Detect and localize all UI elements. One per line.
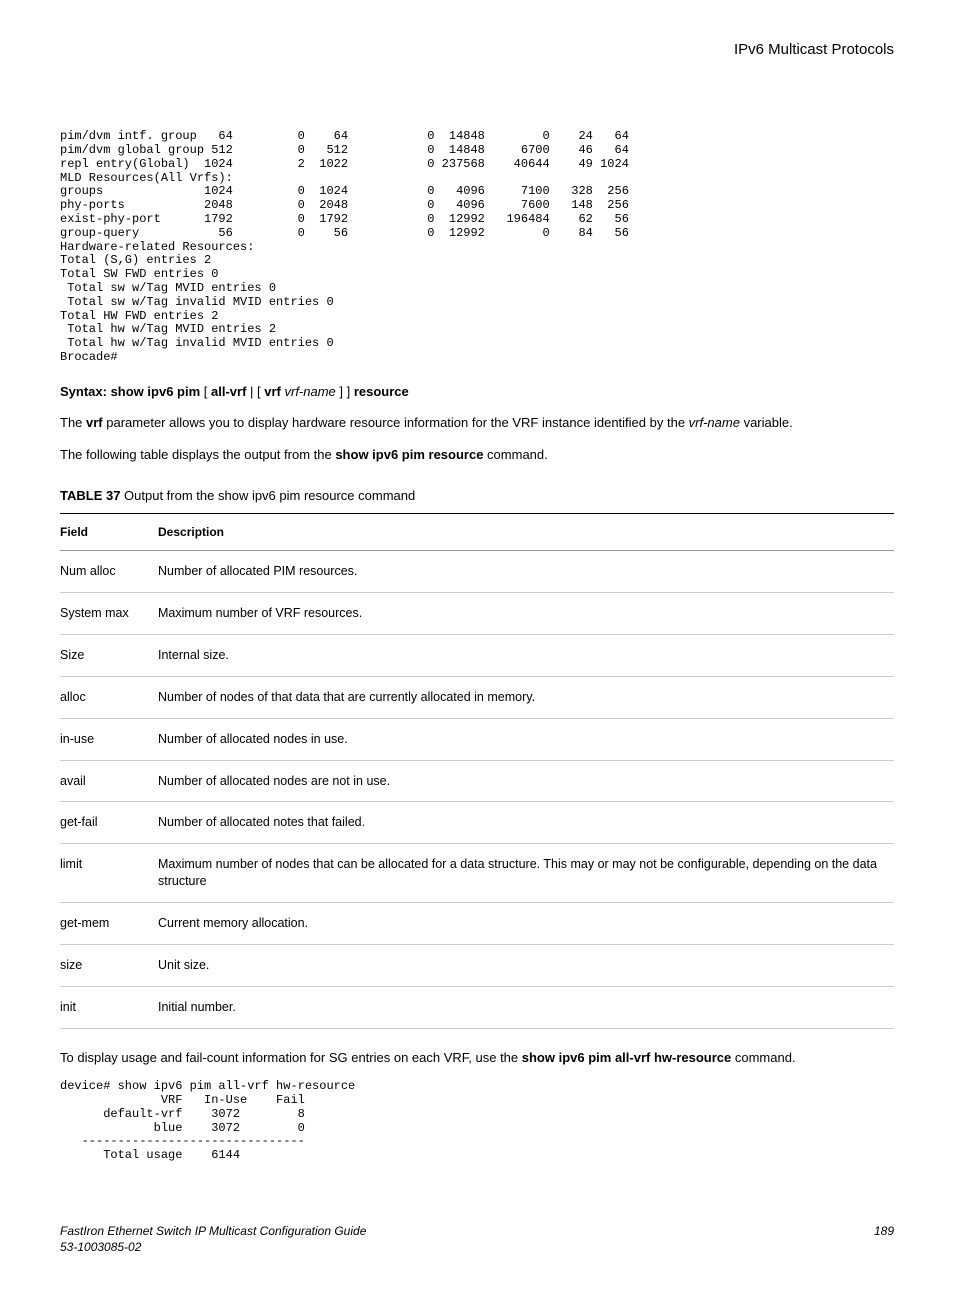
- table-row: limitMaximum number of nodes that can be…: [60, 844, 894, 903]
- syntax-vrf: vrf: [264, 384, 281, 399]
- syntax-close: ] ]: [336, 384, 354, 399]
- p2-b1: show ipv6 pim resource: [335, 447, 483, 462]
- table-row: availNumber of allocated nodes are not i…: [60, 760, 894, 802]
- p1-t1: The: [60, 415, 86, 430]
- desc-cell: Maximum number of nodes that can be allo…: [158, 844, 894, 903]
- th-desc: Description: [158, 513, 894, 550]
- p1-b1: vrf: [86, 415, 103, 430]
- paragraph-1: The vrf parameter allows you to display …: [60, 414, 894, 432]
- footer-title: FastIron Ethernet Switch IP Multicast Co…: [60, 1224, 366, 1238]
- table-row: SizeInternal size.: [60, 634, 894, 676]
- p2-t1: The following table displays the output …: [60, 447, 335, 462]
- footer-page: 189: [874, 1223, 894, 1255]
- field-cell: size: [60, 944, 158, 986]
- desc-cell: Maximum number of VRF resources.: [158, 593, 894, 635]
- table-row: allocNumber of nodes of that data that a…: [60, 676, 894, 718]
- table-row: in-useNumber of allocated nodes in use.: [60, 718, 894, 760]
- syntax-allvrf: all-vrf: [211, 384, 246, 399]
- p1-t3: variable.: [740, 415, 793, 430]
- desc-cell: Unit size.: [158, 944, 894, 986]
- field-cell: in-use: [60, 718, 158, 760]
- desc-cell: Current memory allocation.: [158, 903, 894, 945]
- code-block-2: device# show ipv6 pim all-vrf hw-resourc…: [60, 1080, 894, 1163]
- field-cell: alloc: [60, 676, 158, 718]
- footer-docnum: 53-1003085-02: [60, 1240, 141, 1254]
- syntax-bracket: [: [200, 384, 211, 399]
- table-row: initInitial number.: [60, 986, 894, 1028]
- syntax-vrfname: vrf-name: [284, 384, 335, 399]
- field-cell: System max: [60, 593, 158, 635]
- desc-cell: Internal size.: [158, 634, 894, 676]
- p2-t2: command.: [483, 447, 547, 462]
- p3-t1: To display usage and fail-count informat…: [60, 1050, 522, 1065]
- table-row: get-failNumber of allocated notes that f…: [60, 802, 894, 844]
- table-row: Num allocNumber of allocated PIM resourc…: [60, 551, 894, 593]
- table-row: System maxMaximum number of VRF resource…: [60, 593, 894, 635]
- table-row: sizeUnit size.: [60, 944, 894, 986]
- desc-cell: Number of allocated notes that failed.: [158, 802, 894, 844]
- field-cell: get-mem: [60, 903, 158, 945]
- footer-left: FastIron Ethernet Switch IP Multicast Co…: [60, 1223, 366, 1255]
- field-cell: limit: [60, 844, 158, 903]
- desc-cell: Number of allocated nodes are not in use…: [158, 760, 894, 802]
- syntax-resource: resource: [354, 384, 409, 399]
- field-cell: get-fail: [60, 802, 158, 844]
- field-cell: Num alloc: [60, 551, 158, 593]
- p3-b1: show ipv6 pim all-vrf hw-resource: [522, 1050, 732, 1065]
- table-label: TABLE 37: [60, 488, 120, 503]
- th-field: Field: [60, 513, 158, 550]
- table-caption: TABLE 37 Output from the show ipv6 pim r…: [60, 487, 894, 505]
- fields-table: Field Description Num allocNumber of all…: [60, 513, 894, 1029]
- syntax-pipe: | [: [246, 384, 264, 399]
- code-block-1: pim/dvm intf. group 64 0 64 0 14848 0 24…: [60, 130, 894, 365]
- page-footer: FastIron Ethernet Switch IP Multicast Co…: [60, 1223, 894, 1255]
- field-cell: init: [60, 986, 158, 1028]
- desc-cell: Number of allocated nodes in use.: [158, 718, 894, 760]
- paragraph-3: To display usage and fail-count informat…: [60, 1049, 894, 1067]
- desc-cell: Number of nodes of that data that are cu…: [158, 676, 894, 718]
- field-cell: Size: [60, 634, 158, 676]
- table-caption-text: Output from the show ipv6 pim resource c…: [120, 488, 415, 503]
- syntax-prefix: Syntax: show ipv6 pim: [60, 384, 200, 399]
- syntax-line: Syntax: show ipv6 pim [ all-vrf | [ vrf …: [60, 383, 894, 401]
- desc-cell: Initial number.: [158, 986, 894, 1028]
- paragraph-2: The following table displays the output …: [60, 446, 894, 464]
- section-header: IPv6 Multicast Protocols: [60, 40, 894, 60]
- p1-i1: vrf-name: [689, 415, 740, 430]
- p1-t2: parameter allows you to display hardware…: [103, 415, 689, 430]
- table-row: get-memCurrent memory allocation.: [60, 903, 894, 945]
- p3-t2: command.: [731, 1050, 795, 1065]
- field-cell: avail: [60, 760, 158, 802]
- desc-cell: Number of allocated PIM resources.: [158, 551, 894, 593]
